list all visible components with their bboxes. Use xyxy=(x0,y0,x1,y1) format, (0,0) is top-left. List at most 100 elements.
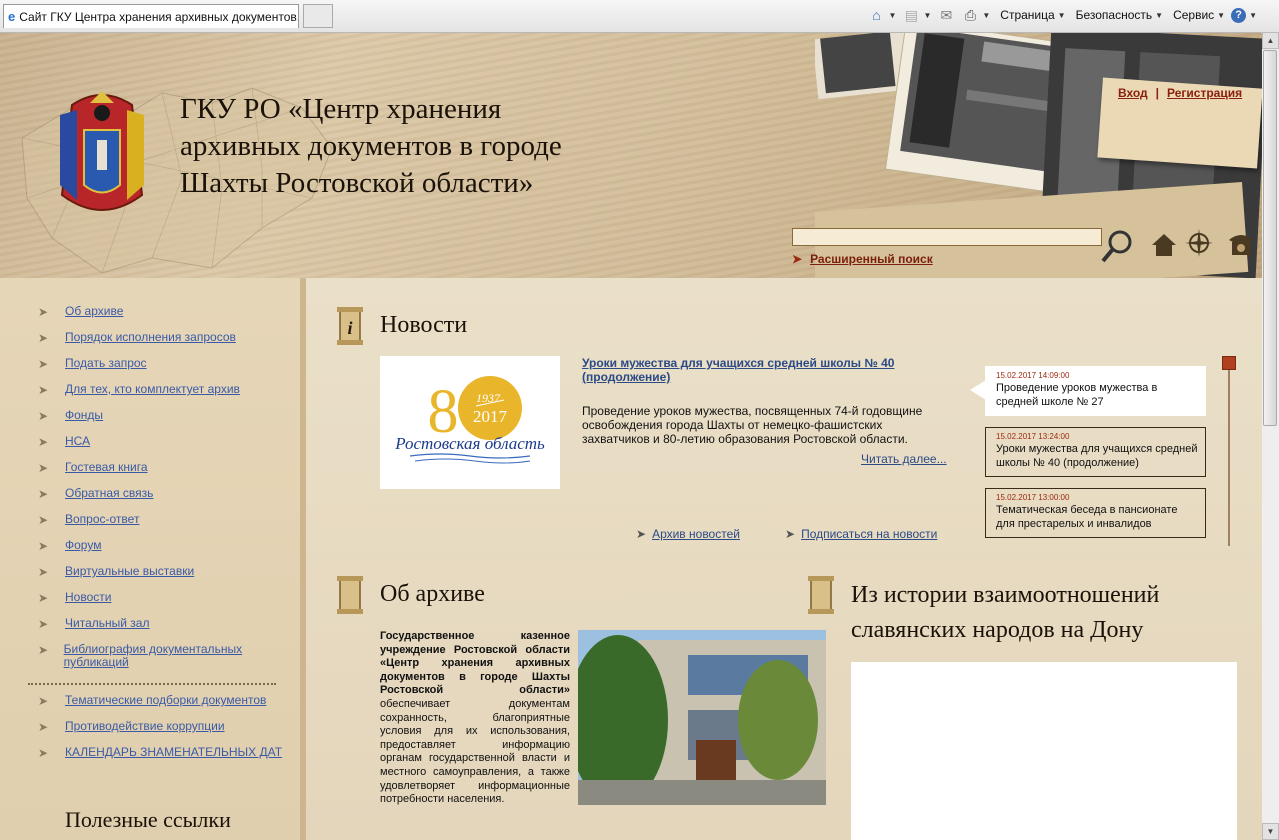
help-icon[interactable]: ? xyxy=(1231,7,1247,23)
sidebar-item[interactable]: ➤ Противодействие коррупции xyxy=(38,720,298,746)
sidebar-item[interactable]: ➤ Форум xyxy=(38,539,298,565)
sidebar-item[interactable]: ➤ Новости xyxy=(38,591,298,617)
news-image[interactable]: 8 1937 2017 Ростовская область xyxy=(380,356,560,489)
print-icon[interactable]: ⎙ xyxy=(961,7,979,23)
sidebar-item-link[interactable]: КАЛЕНДАРЬ ЗНАМЕНАТЕЛЬНЫХ ДАТ xyxy=(65,746,282,759)
scroll-icon xyxy=(337,576,363,614)
ie-favicon-icon: e xyxy=(8,8,16,24)
chevron-down-icon[interactable]: ▼ xyxy=(1058,11,1066,20)
sidebar-item[interactable]: ➤ Подать запрос xyxy=(38,357,298,383)
news-archive: ➤ Архив новостей xyxy=(636,527,740,541)
sidebar-nav-secondary: ➤ Тематические подборки документов ➤ Против… xyxy=(38,694,298,772)
news-item-title: Проведение уроков мужества в средней шко… xyxy=(996,382,1158,408)
news-subscribe: ➤ Подписаться на новости xyxy=(785,527,937,541)
page-scrollbar[interactable]: ▲ ▼ xyxy=(1261,32,1279,840)
left-sidebar: ➤ Об архиве ➤ Порядок исполнения запросов ➤ П… xyxy=(0,278,306,840)
search-input[interactable] xyxy=(792,228,1102,246)
sidebar-item[interactable]: ➤ Обратная связь xyxy=(38,487,298,513)
security-menu[interactable]: Безопасность xyxy=(1076,8,1153,22)
sidebar-item[interactable]: ➤ Вопрос-ответ xyxy=(38,513,298,539)
sidebar-item[interactable]: ➤ Тематические подборки документов xyxy=(38,694,298,720)
home-icon[interactable] xyxy=(1149,230,1179,260)
sidebar-item[interactable]: ➤ НСА xyxy=(38,435,298,461)
sidebar-item[interactable]: ➤ Фонды xyxy=(38,409,298,435)
scroll-up-icon[interactable]: ▲ xyxy=(1262,32,1279,49)
sidebar-item[interactable]: ➤ Библиография документальных публикаций xyxy=(38,643,298,693)
chevron-down-icon[interactable]: ▼ xyxy=(1217,11,1225,20)
news-archive-link[interactable]: Архив новостей xyxy=(652,527,740,541)
compass-icon[interactable] xyxy=(1184,228,1214,258)
chevron-down-icon[interactable]: ▼ xyxy=(1155,11,1163,20)
page-menu[interactable]: Страница xyxy=(1000,8,1054,22)
arrow-right-icon: ➤ xyxy=(38,487,49,501)
arrow-right-icon: ➤ xyxy=(38,513,49,527)
sidebar-item-link[interactable]: Библиография документальных публикаций xyxy=(64,643,298,669)
login-link[interactable]: Вход xyxy=(1118,86,1148,100)
sidebar-item[interactable]: ➤ Порядок исполнения запросов xyxy=(38,331,298,357)
chevron-down-icon[interactable]: ▼ xyxy=(1249,11,1257,20)
sidebar-item[interactable]: ➤ КАЛЕНДАРЬ ЗНАМЕНАТЕЛЬНЫХ ДАТ xyxy=(38,746,298,772)
sidebar-item-link[interactable]: Для тех, кто комплектует архив xyxy=(65,383,240,396)
news-scrollbar[interactable] xyxy=(1222,356,1236,546)
sidebar-item[interactable]: ➤ Об архиве xyxy=(38,305,298,331)
archive-building-photo[interactable] xyxy=(578,630,826,805)
read-more-link[interactable]: Читать далее... xyxy=(861,452,947,466)
sidebar-item-link[interactable]: Вопрос-ответ xyxy=(65,513,139,526)
badge-year-end: 2017 xyxy=(473,407,508,426)
advanced-search-link[interactable]: Расширенный поиск xyxy=(810,252,933,266)
browser-tab[interactable]: e Сайт ГКУ Центра хранения архивных доку… xyxy=(3,4,299,28)
home-icon[interactable]: ⌂ xyxy=(868,7,886,23)
news-list-item[interactable]: 15.02.2017 14:09:00 Проведение уроков му… xyxy=(985,366,1206,416)
sidebar-item-link[interactable]: Противодействие коррупции xyxy=(65,720,225,733)
news-date: 15.02.2017 13:00:00 xyxy=(996,493,1070,502)
site-title: ГКУ РО «Центр хранения архивных документ… xyxy=(180,93,562,199)
tools-menu[interactable]: Сервис xyxy=(1173,8,1214,22)
news-list-item[interactable]: 15.02.2017 13:24:00 Уроки мужества для у… xyxy=(985,427,1206,477)
sidebar-item-link[interactable]: Читальный зал xyxy=(65,617,149,630)
news-scroll-knob[interactable] xyxy=(1222,356,1236,370)
sidebar-item[interactable]: ➤ Гостевая книга xyxy=(38,461,298,487)
phone-icon[interactable] xyxy=(1226,228,1256,258)
chevron-down-icon[interactable]: ▼ xyxy=(923,11,931,20)
sidebar-item-link[interactable]: Порядок исполнения запросов xyxy=(65,331,236,344)
arrow-right-icon: ➤ xyxy=(792,252,803,266)
news-scroll-track xyxy=(1228,356,1230,546)
history-title: Из истории взаимоотношений славянских на… xyxy=(851,582,1160,643)
news-list-item[interactable]: 15.02.2017 13:00:00 Тематическая беседа … xyxy=(985,488,1206,538)
arrow-right-icon: ➤ xyxy=(38,746,49,760)
scroll-thumb[interactable] xyxy=(1263,50,1277,426)
news-item-title: Уроки мужества для учащихся средней школ… xyxy=(996,443,1198,469)
auth-separator: | xyxy=(1155,86,1160,100)
sidebar-item-link[interactable]: Гостевая книга xyxy=(65,461,148,474)
browser-toolbar: e Сайт ГКУ Центра хранения архивных доку… xyxy=(0,0,1279,33)
sidebar-item[interactable]: ➤ Читальный зал xyxy=(38,617,298,643)
feeds-icon[interactable]: ▤ xyxy=(902,7,920,23)
sidebar-item[interactable]: ➤ Виртуальные выставки xyxy=(38,565,298,591)
scroll-down-icon[interactable]: ▼ xyxy=(1262,823,1279,840)
sidebar-item[interactable]: ➤ Для тех, кто комплектует архив xyxy=(38,383,298,409)
arrow-right-icon: ➤ xyxy=(38,331,49,345)
sidebar-item-link[interactable]: Фонды xyxy=(65,409,103,422)
arrow-right-icon: ➤ xyxy=(38,591,49,605)
badge-caption: Ростовская область xyxy=(394,434,545,453)
coat-of-arms-icon xyxy=(60,91,144,211)
mail-icon[interactable]: ✉ xyxy=(937,7,955,23)
sidebar-item-link[interactable]: НСА xyxy=(65,435,90,448)
sidebar-item-link[interactable]: Об архиве xyxy=(65,305,123,318)
chevron-down-icon[interactable]: ▼ xyxy=(982,11,990,20)
news-headline-link[interactable]: Уроки мужества для учащихся средней школ… xyxy=(582,356,894,384)
arrow-right-icon: ➤ xyxy=(38,305,49,319)
about-text-bold: Государственное казенное учреждение Рост… xyxy=(380,630,570,697)
search-icon[interactable] xyxy=(1100,228,1136,264)
chevron-down-icon[interactable]: ▼ xyxy=(889,11,897,20)
sidebar-item-link[interactable]: Тематические подборки документов xyxy=(65,694,266,707)
sidebar-item-link[interactable]: Форум xyxy=(65,539,101,552)
sidebar-item-link[interactable]: Подать запрос xyxy=(65,357,147,370)
svg-text:i: i xyxy=(347,318,352,338)
new-tab-button[interactable] xyxy=(303,4,333,28)
sidebar-item-link[interactable]: Виртуальные выставки xyxy=(65,565,194,578)
register-link[interactable]: Регистрация xyxy=(1167,86,1242,100)
sidebar-item-link[interactable]: Новости xyxy=(65,591,111,604)
sidebar-item-link[interactable]: Обратная связь xyxy=(65,487,153,500)
subscribe-link[interactable]: Подписаться на новости xyxy=(801,527,937,541)
